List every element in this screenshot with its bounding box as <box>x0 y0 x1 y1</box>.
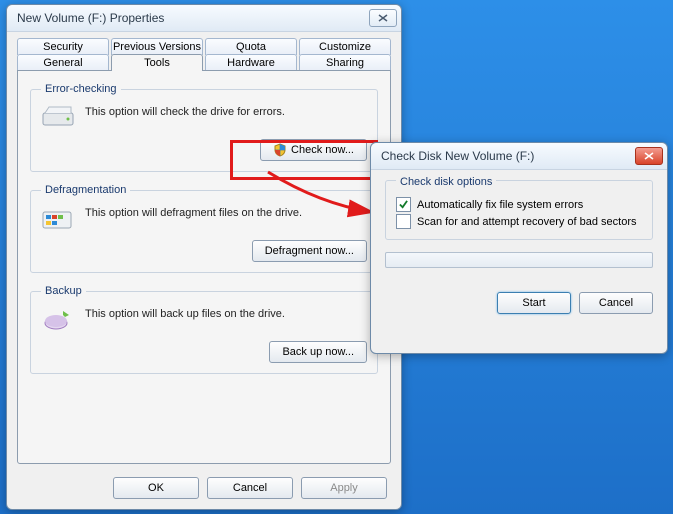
close-icon <box>644 152 654 160</box>
defragment-now-button[interactable]: Defragment now... <box>252 240 367 262</box>
tools-panel: Error-checking This option will check th… <box>17 70 391 464</box>
tabs-area: Security Previous Versions Quota Customi… <box>7 32 401 464</box>
back-up-now-button[interactable]: Back up now... <box>269 341 367 363</box>
close-icon <box>378 14 388 22</box>
close-button[interactable] <box>369 9 397 27</box>
check-disk-options-group: Check disk options Automatically fix fil… <box>385 180 653 240</box>
shield-icon <box>273 143 287 157</box>
dialog-buttons: OK Cancel Apply <box>113 477 387 499</box>
check-disk-dialog: Check Disk New Volume (F:) Check disk op… <box>370 142 668 354</box>
option-fix-errors[interactable]: Automatically fix file system errors <box>396 197 642 212</box>
dialog-titlebar[interactable]: Check Disk New Volume (F:) <box>371 143 667 170</box>
error-checking-group: Error-checking This option will check th… <box>30 83 378 172</box>
checkbox-icon <box>396 197 411 212</box>
tab-security[interactable]: Security <box>17 38 109 55</box>
check-now-button[interactable]: Check now... <box>260 139 367 161</box>
tab-customize[interactable]: Customize <box>299 38 391 55</box>
defrag-group: Defragmentation This option will defragm… <box>30 184 378 273</box>
ok-button[interactable]: OK <box>113 477 199 499</box>
dialog-body: Check disk options Automatically fix fil… <box>371 170 667 324</box>
backup-desc: This option will back up files on the dr… <box>85 305 285 321</box>
tab-general[interactable]: General <box>17 54 109 71</box>
tabs-row-1: Security Previous Versions Quota Customi… <box>17 38 391 55</box>
error-checking-desc: This option will check the drive for err… <box>85 103 285 119</box>
backup-icon <box>41 305 75 333</box>
tabs-row-2: General Tools Hardware Sharing <box>17 54 391 71</box>
cancel-button[interactable]: Cancel <box>207 477 293 499</box>
error-checking-legend: Error-checking <box>41 83 121 95</box>
progress-bar <box>385 252 653 268</box>
tab-sharing[interactable]: Sharing <box>299 54 391 71</box>
dialog-cancel-button[interactable]: Cancel <box>579 292 653 314</box>
properties-window: New Volume (F:) Properties Security Prev… <box>6 4 402 510</box>
tab-tools[interactable]: Tools <box>111 54 203 71</box>
dialog-title: Check Disk New Volume (F:) <box>381 149 631 163</box>
group-title: Check disk options <box>396 176 496 188</box>
titlebar[interactable]: New Volume (F:) Properties <box>7 5 401 32</box>
start-button[interactable]: Start <box>497 292 571 314</box>
defrag-icon <box>41 204 75 232</box>
check-now-label: Check now... <box>291 144 354 156</box>
defrag-legend: Defragmentation <box>41 184 130 196</box>
option-scan-bad-sectors-label: Scan for and attempt recovery of bad sec… <box>417 216 637 228</box>
option-scan-bad-sectors[interactable]: Scan for and attempt recovery of bad sec… <box>396 214 642 229</box>
tab-quota[interactable]: Quota <box>205 38 297 55</box>
apply-button[interactable]: Apply <box>301 477 387 499</box>
dialog-close-button[interactable] <box>635 147 663 165</box>
defrag-desc: This option will defragment files on the… <box>85 204 302 220</box>
window-title: New Volume (F:) Properties <box>17 11 365 25</box>
backup-group: Backup This option will back up files on… <box>30 285 378 374</box>
backup-legend: Backup <box>41 285 86 297</box>
option-fix-errors-label: Automatically fix file system errors <box>417 199 583 211</box>
checkbox-icon <box>396 214 411 229</box>
tab-previous-versions[interactable]: Previous Versions <box>111 38 203 55</box>
tab-hardware[interactable]: Hardware <box>205 54 297 71</box>
drive-check-icon <box>41 103 75 131</box>
dialog-button-row: Start Cancel <box>385 292 653 314</box>
